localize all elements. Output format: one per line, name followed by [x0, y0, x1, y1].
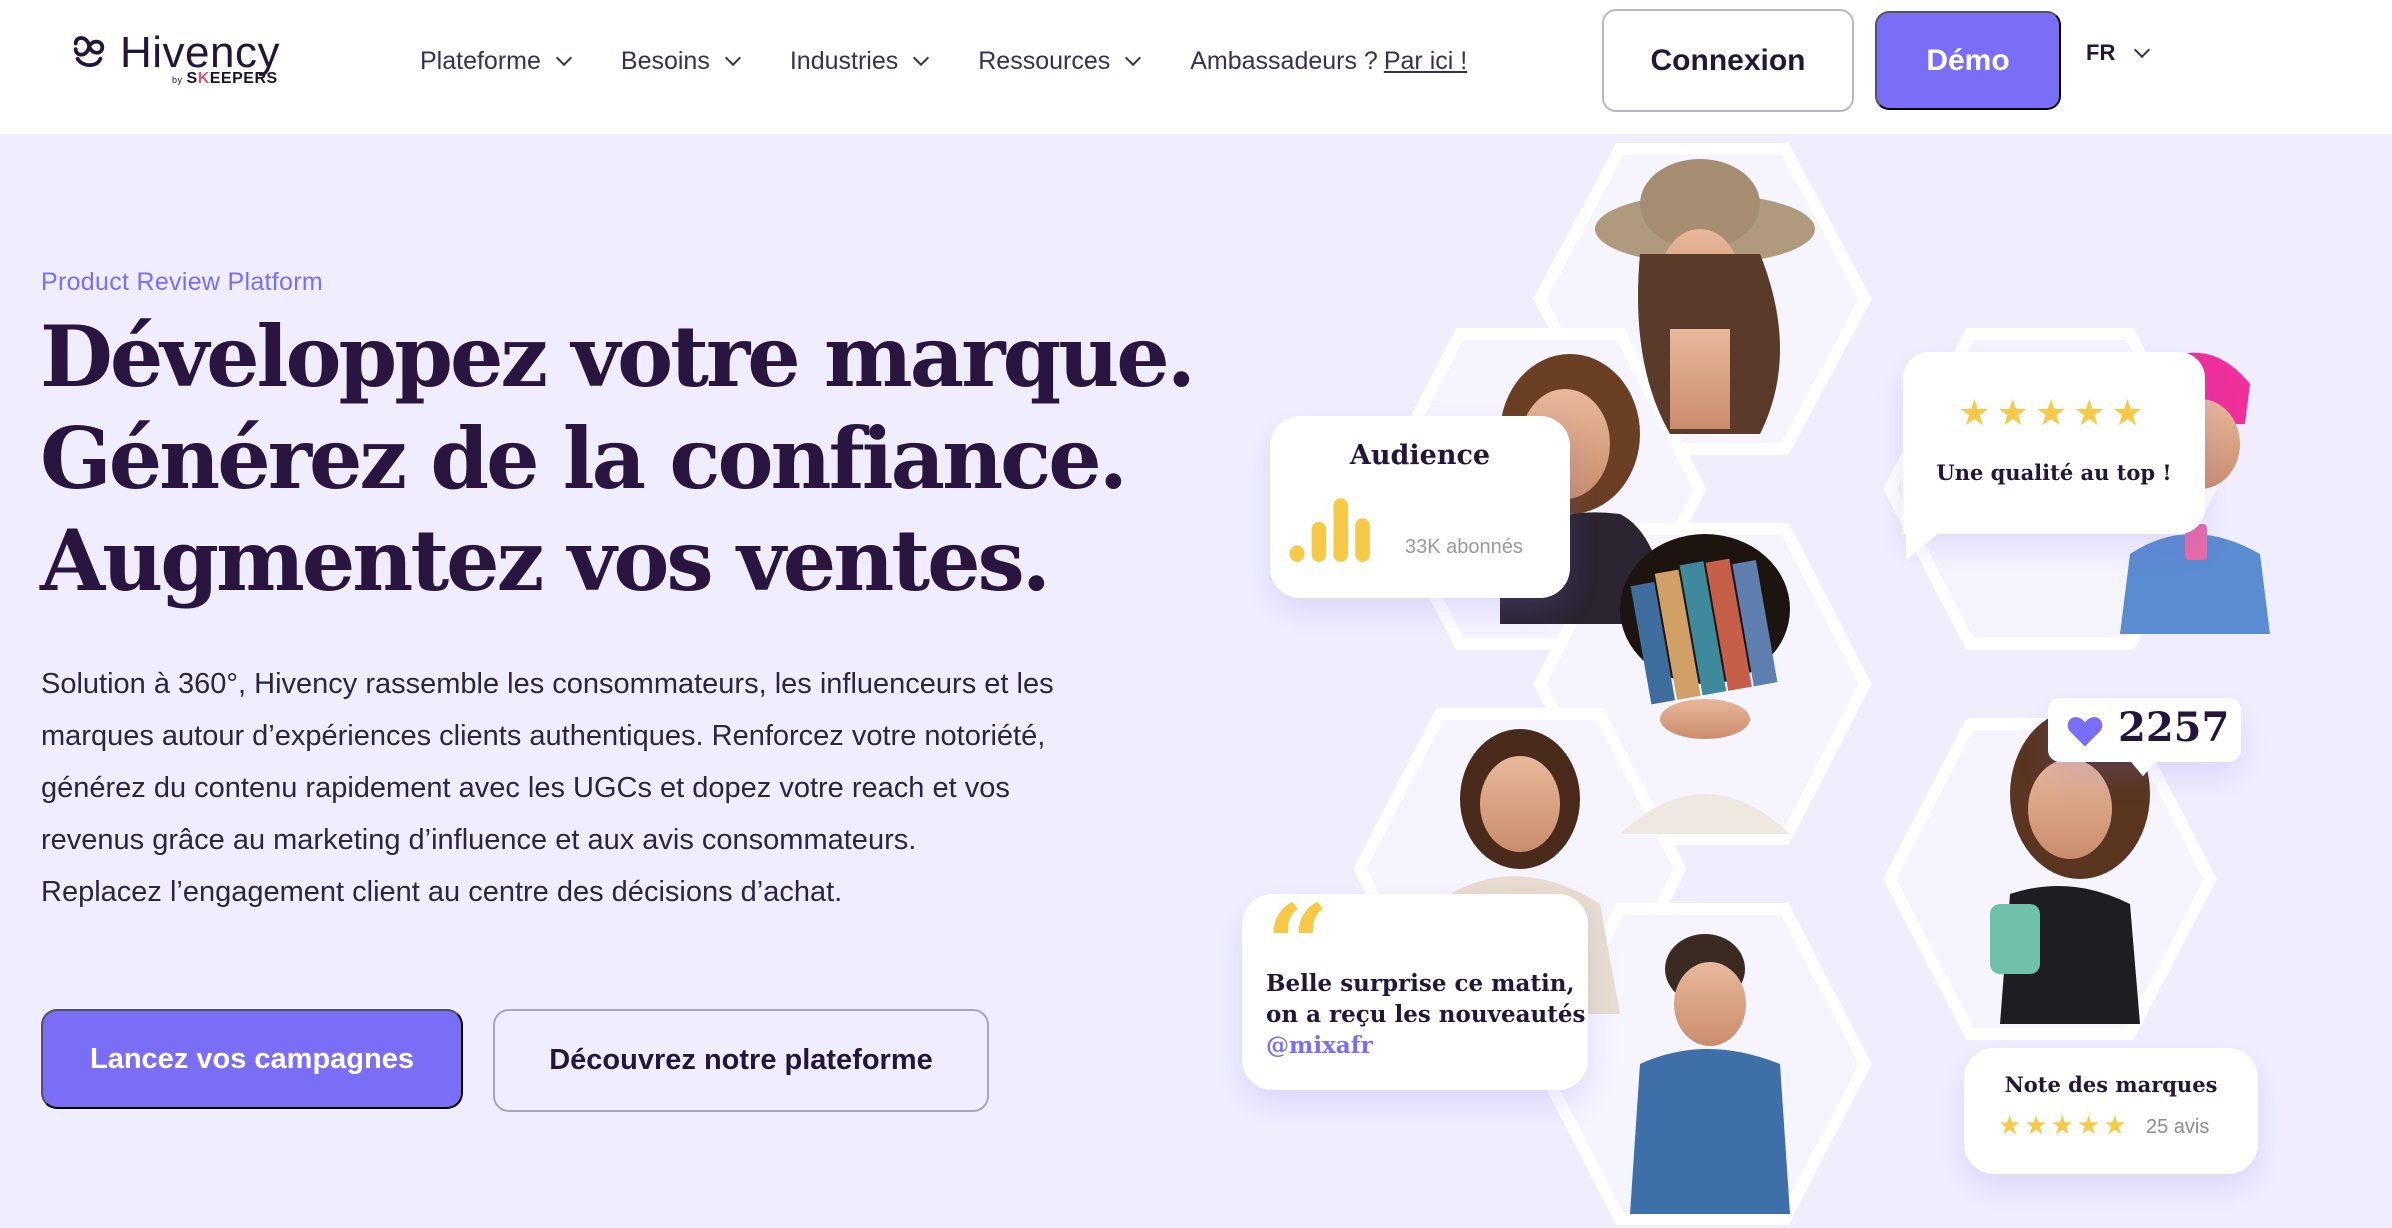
star-icon: ★ [2050, 1110, 2077, 1140]
menu-item-ressources[interactable]: Ressources [978, 47, 1144, 76]
heart-icon [2067, 717, 2103, 747]
chevron-down-icon [2134, 48, 2151, 59]
chevron-down-icon [913, 56, 930, 67]
star-icon: ★ [1958, 392, 1997, 433]
ambassadors-text: Ambassadeurs ? [1190, 46, 1378, 75]
brand-rating-card: Note des marques ★★★★★ 25 avis [1964, 1048, 2258, 1174]
hero-description: Solution à 360°, Hivency rassemble les c… [41, 658, 1081, 918]
hivency-logo-icon [73, 36, 105, 68]
star-icon: ★ [2103, 1110, 2130, 1140]
star-icon: ★ [2024, 1110, 2051, 1140]
description-paragraph: Replacez l’engagement client au centre d… [41, 876, 843, 908]
star-icon: ★ [1998, 1110, 2025, 1140]
rating-stars: ★★★★★ [1998, 1110, 2130, 1141]
quote-card: “ Belle surprise ce matin, on a reçu les… [1242, 890, 1588, 1090]
bar-chart-icon [1289, 498, 1370, 562]
quote-line: on a reçu les nouveautés [1266, 1001, 1586, 1028]
headline-line: Générez de la confiance. [40, 409, 1128, 508]
ambassadors-link[interactable]: Par ici ! [1384, 47, 1467, 76]
quote-handle: @mixafr [1266, 1032, 1373, 1059]
rating-count: 25 avis [2146, 1116, 2210, 1138]
main-menu: Plateforme Besoins Industries Ressources… [420, 0, 1467, 122]
menu-item-label: Besoins [620, 46, 710, 75]
quote-line: Belle surprise ce matin, [1266, 970, 1575, 997]
likes-count: 2257 [2118, 704, 2230, 751]
quality-review-card: ★★★★★ Une qualité au top ! [1903, 352, 2205, 534]
star-icon: ★ [2111, 392, 2150, 433]
login-button[interactable]: Connexion [1602, 9, 1854, 112]
menu-item-besoins[interactable]: Besoins [621, 47, 744, 76]
headline-line: Développez votre marque. [40, 307, 1196, 406]
influencer-collage: Audience 33K abonnés ★★★★★ Une qualité a… [1200, 134, 2392, 1228]
menu-item-label: Plateforme [420, 46, 541, 75]
likes-tail [2129, 760, 2157, 777]
chevron-down-icon [724, 56, 741, 67]
hero-headline: Développez votre marque. Générez de la c… [40, 306, 1196, 612]
chevron-down-icon [555, 56, 572, 67]
audience-title: Audience [1349, 440, 1491, 471]
hivency-logo[interactable]: Hivency by SKEEPERS [70, 28, 300, 94]
hero-eyebrow: Product Review Platform [41, 268, 323, 296]
menu-item-label: Ressources [978, 46, 1111, 75]
top-navigation: Hivency by SKEEPERS Plateforme Besoins In… [0, 0, 2392, 134]
headline-line: Augmentez vos ventes. [40, 511, 1051, 610]
quality-stars: ★★★★★ [1903, 392, 2205, 434]
menu-item-label: Industries [789, 46, 899, 75]
chevron-down-icon [1125, 56, 1142, 67]
audience-card: Audience 33K abonnés [1270, 416, 1570, 598]
star-icon: ★ [2034, 392, 2074, 433]
discover-platform-button[interactable]: Découvrez notre plateforme [493, 1009, 989, 1112]
likes-card: 2257 [2048, 698, 2241, 762]
rating-title: Note des marques [2004, 1072, 2218, 1097]
menu-item-industries[interactable]: Industries [790, 47, 932, 76]
description-paragraph: Solution à 360°, Hivency rassemble les c… [41, 668, 1054, 856]
star-icon: ★ [2073, 392, 2112, 433]
star-icon: ★ [1996, 392, 2035, 433]
demo-button[interactable]: Démo [1875, 11, 2061, 110]
language-selector[interactable]: FR [2086, 40, 2153, 66]
quality-text: Une qualité au top ! [1936, 460, 2172, 485]
hero-section: Product Review Platform Développez votre… [0, 134, 2392, 1228]
launch-campaigns-button[interactable]: Lancez vos campagnes [41, 1009, 463, 1109]
brand-partner: by SKEEPERS [172, 70, 278, 87]
star-icon: ★ [2076, 1110, 2104, 1140]
menu-item-plateforme[interactable]: Plateforme [420, 47, 575, 76]
audience-subtitle: 33K abonnés [1405, 536, 1523, 558]
language-label: FR [2086, 40, 2116, 65]
speech-tail [1906, 532, 1940, 561]
ambassadors-menu: Ambassadeurs ? Par ici ! [1190, 47, 1467, 76]
